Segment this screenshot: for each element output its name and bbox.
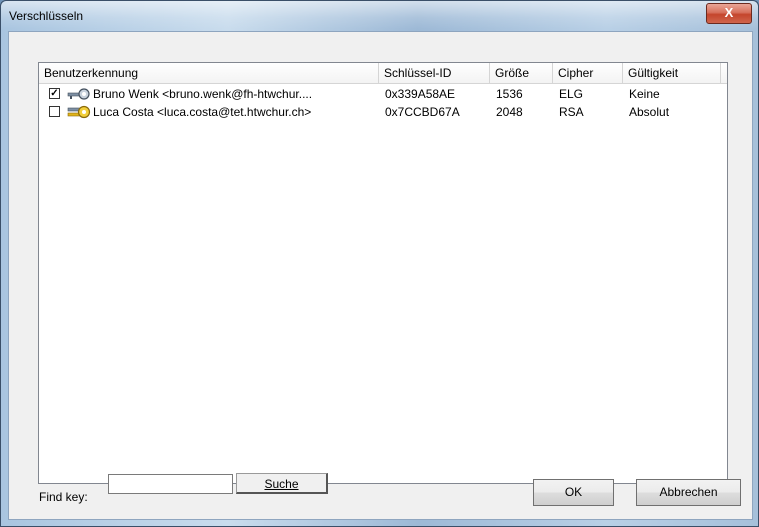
dialog-body: Benutzerkennung Schlüssel-ID Größe Ciphe… (8, 31, 753, 520)
cipher-cell: RSA (559, 105, 584, 119)
column-header-size[interactable]: Größe (490, 63, 553, 83)
find-key-label: Find key: (39, 490, 88, 504)
search-button[interactable]: Suche (236, 473, 328, 494)
list-header: Benutzerkennung Schlüssel-ID Größe Ciphe… (39, 63, 727, 84)
column-header-cipher[interactable]: Cipher (553, 63, 623, 83)
key-pair-icon (67, 105, 91, 119)
table-row[interactable]: ✓ Bruno Wenk <bruno.wenk@fh-htwchur.... … (39, 85, 727, 103)
find-key-input[interactable] (108, 474, 233, 494)
key-id-cell: 0x339A58AE (385, 87, 456, 101)
size-cell: 2048 (496, 105, 523, 119)
table-row[interactable]: Luca Costa <luca.costa@tet.htwchur.ch> 0… (39, 103, 727, 121)
search-button-label: Suche (264, 477, 299, 491)
key-list[interactable]: Benutzerkennung Schlüssel-ID Größe Ciphe… (38, 62, 728, 484)
cipher-cell: ELG (559, 87, 584, 101)
column-header-validity[interactable]: Gültigkeit (623, 63, 721, 83)
ok-button-label: OK (564, 485, 583, 499)
key-id-cell: 0x7CCBD67A (385, 105, 460, 119)
window-title: Verschlüsseln (9, 9, 84, 23)
close-button[interactable]: X (706, 3, 752, 24)
user-id-cell: Luca Costa <luca.costa@tet.htwchur.ch> (93, 105, 312, 119)
cancel-button-label: Abbrechen (659, 485, 718, 499)
dialog-window: Verschlüsseln X Benutzerkennung Schlüsse… (0, 0, 759, 527)
cancel-button[interactable]: Abbrechen (636, 479, 741, 506)
key-icon (67, 88, 90, 100)
validity-cell: Absolut (629, 105, 670, 119)
ok-button[interactable]: OK (533, 479, 614, 506)
validity-cell: Keine (629, 87, 660, 101)
size-cell: 1536 (496, 87, 523, 101)
user-id-cell: Bruno Wenk <bruno.wenk@fh-htwchur.... (93, 87, 313, 101)
row-checkbox[interactable] (49, 106, 60, 117)
column-header-key-id[interactable]: Schlüssel-ID (379, 63, 490, 83)
row-checkbox[interactable]: ✓ (49, 88, 60, 99)
column-header-user-id[interactable]: Benutzerkennung (39, 63, 379, 83)
title-bar[interactable]: Verschlüsseln X (1, 1, 758, 29)
